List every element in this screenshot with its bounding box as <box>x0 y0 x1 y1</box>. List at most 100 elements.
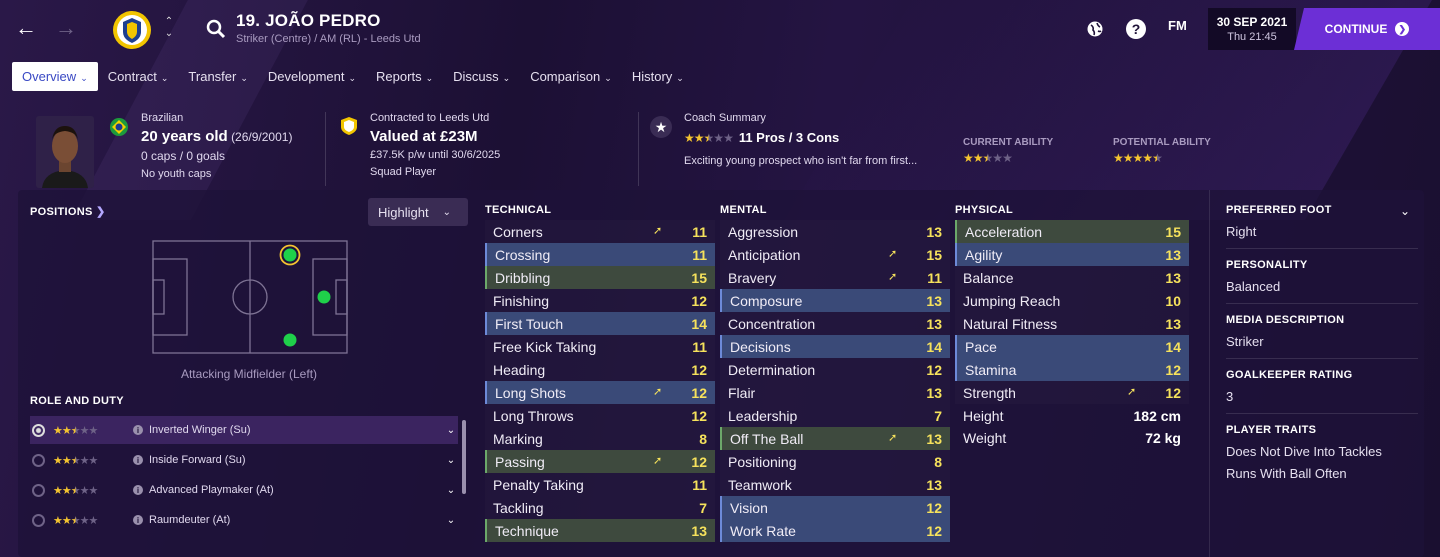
chevron-down-icon[interactable]: ⌄ <box>444 485 458 496</box>
attribute-row[interactable]: Stamina 12 <box>955 358 1189 381</box>
player-trait: Does Not Dive Into Tackles <box>1226 444 1382 459</box>
attribute-row[interactable]: Jumping Reach 10 <box>955 289 1189 312</box>
attribute-row[interactable]: Anticipation ➚ 15 <box>720 243 950 266</box>
chevron-down-icon[interactable]: ⌄ <box>444 455 458 466</box>
attribute-row[interactable]: Determination 12 <box>720 358 950 381</box>
attribute-row[interactable]: Decisions 14 <box>720 335 950 358</box>
attribute-row[interactable]: Dribbling 15 <box>485 266 715 289</box>
position-dot-aml[interactable] <box>283 248 297 262</box>
preferred-foot-value: Right <box>1226 224 1257 239</box>
club-crest-icon[interactable] <box>112 8 152 52</box>
chevron-down-icon: ⌄ <box>240 73 248 83</box>
club-badge-icon <box>341 117 357 135</box>
attribute-row[interactable]: Strength ➚ 12 <box>955 381 1189 404</box>
attribute-row[interactable]: Penalty Taking 11 <box>485 473 715 496</box>
tab-development[interactable]: Development ⌄ <box>258 62 366 91</box>
positions-heading-label: POSITIONS <box>30 206 93 218</box>
attribute-row[interactable]: Aggression 13 <box>720 220 950 243</box>
attribute-row[interactable]: First Touch 14 <box>485 312 715 335</box>
attribute-row[interactable]: Leadership 7 <box>720 404 950 427</box>
chevron-down-icon[interactable]: ⌄ <box>444 425 458 436</box>
info-icon[interactable]: i <box>133 485 143 495</box>
back-arrow-icon[interactable]: ← <box>12 14 40 42</box>
attribute-row[interactable]: Teamwork 13 <box>720 473 950 496</box>
attribute-value: 12 <box>691 361 707 378</box>
fm-menu-button[interactable]: FM <box>1168 18 1187 33</box>
radio-button[interactable] <box>32 513 45 527</box>
continue-button[interactable]: CONTINUE ❯ <box>1294 8 1440 50</box>
weight-label: Weight <box>963 430 1007 446</box>
star-half-icon: ★ <box>70 484 81 497</box>
attribute-row[interactable]: Tackling 7 <box>485 496 715 519</box>
attribute-value: 13 <box>1165 269 1181 286</box>
attribute-row[interactable]: Flair 13 <box>720 381 950 404</box>
attribute-name: Finishing <box>493 292 550 309</box>
search-icon[interactable] <box>205 18 227 40</box>
radio-button[interactable] <box>32 453 45 467</box>
info-icon[interactable]: i <box>133 515 143 525</box>
info-icon[interactable]: i <box>133 455 143 465</box>
player-cycle-icon[interactable]: ⌃ ⌄ <box>162 16 176 44</box>
highlight-dropdown[interactable]: Highlight ⌄ <box>368 198 468 226</box>
attribute-row[interactable]: Natural Fitness 13 <box>955 312 1189 335</box>
attribute-row[interactable]: Technique 13 <box>485 519 715 542</box>
attribute-row[interactable]: Passing ➚ 12 <box>485 450 715 473</box>
tab-reports[interactable]: Reports ⌄ <box>366 62 443 91</box>
attribute-row[interactable]: Long Throws 12 <box>485 404 715 427</box>
position-dot-st[interactable] <box>317 290 331 304</box>
attribute-name: Pace <box>965 338 997 355</box>
radio-button[interactable] <box>32 483 45 497</box>
role-row[interactable]: ★★★★★ i Raumdeuter (At) ⌄ <box>30 506 458 534</box>
attribute-value: 13 <box>926 476 942 493</box>
attribute-row[interactable]: Vision 12 <box>720 496 950 519</box>
tab-history[interactable]: History ⌄ <box>622 62 694 91</box>
chevron-down-icon[interactable]: ⌄ <box>444 515 458 526</box>
attribute-value: 8 <box>934 453 942 470</box>
attribute-row[interactable]: Work Rate 12 <box>720 519 950 542</box>
attribute-row[interactable]: Finishing 12 <box>485 289 715 312</box>
role-row[interactable]: ★★★★★ i Inverted Winger (Su) ⌄ <box>30 416 458 444</box>
attribute-row[interactable]: Off The Ball ➚ 13 <box>720 427 950 450</box>
position-dot-amr[interactable] <box>283 333 297 347</box>
attribute-row[interactable]: Composure 13 <box>720 289 950 312</box>
attribute-row[interactable]: Pace 14 <box>955 335 1189 358</box>
contract-title: Contracted to Leeds Utd <box>370 112 490 124</box>
tab-overview[interactable]: Overview ⌄ <box>12 62 98 91</box>
tab-comparison[interactable]: Comparison ⌄ <box>520 62 622 91</box>
role-list-scrollbar[interactable] <box>462 420 466 494</box>
attribute-row[interactable]: Long Shots ➚ 12 <box>485 381 715 404</box>
tab-label: Contract <box>107 69 157 84</box>
role-row[interactable]: ★★★★★ i Inside Forward (Su) ⌄ <box>30 446 458 474</box>
attribute-row[interactable]: Positioning 8 <box>720 450 950 473</box>
tab-contract[interactable]: Contract ⌄ <box>98 62 179 91</box>
tab-discuss[interactable]: Discuss ⌄ <box>443 62 520 91</box>
forward-arrow-icon[interactable]: → <box>52 14 80 42</box>
help-icon[interactable]: ? <box>1126 19 1146 39</box>
attribute-row[interactable]: Corners ➚ 11 <box>485 220 715 243</box>
attribute-row[interactable]: Acceleration 15 <box>955 220 1189 243</box>
attribute-row[interactable]: Balance 13 <box>955 266 1189 289</box>
star-full-icon: ★ <box>53 514 63 527</box>
technical-attributes: Corners ➚ 11 Crossing 11 Dribbling 15 Finishing… <box>485 220 715 542</box>
info-icon[interactable]: i <box>133 425 143 435</box>
chevron-down-icon[interactable]: ⌄ <box>1400 204 1410 218</box>
tab-transfer[interactable]: Transfer ⌄ <box>178 62 257 91</box>
star-full-icon: ★ <box>1132 151 1144 165</box>
world-icon[interactable] <box>1086 20 1104 38</box>
attribute-row[interactable]: Free Kick Taking 11 <box>485 335 715 358</box>
divider <box>1226 413 1418 414</box>
role-row[interactable]: ★★★★★ i Advanced Playmaker (At) ⌄ <box>30 476 458 504</box>
attribute-row[interactable]: Crossing 11 <box>485 243 715 266</box>
radio-button[interactable] <box>32 423 45 437</box>
attribute-row[interactable]: Concentration 13 <box>720 312 950 335</box>
attribute-row[interactable]: Heading 12 <box>485 358 715 381</box>
positions-heading[interactable]: POSITIONS ❯ <box>30 205 106 218</box>
star-empty-icon: ★ <box>88 424 99 437</box>
attribute-row[interactable]: Agility 13 <box>955 243 1189 266</box>
attribute-value: 13 <box>1165 246 1181 263</box>
star-full-icon: ★ <box>61 424 72 437</box>
attribute-value: 14 <box>691 315 707 332</box>
attribute-row[interactable]: Marking 8 <box>485 427 715 450</box>
role-name: Advanced Playmaker (At) <box>149 484 274 496</box>
attribute-row[interactable]: Bravery ➚ 11 <box>720 266 950 289</box>
